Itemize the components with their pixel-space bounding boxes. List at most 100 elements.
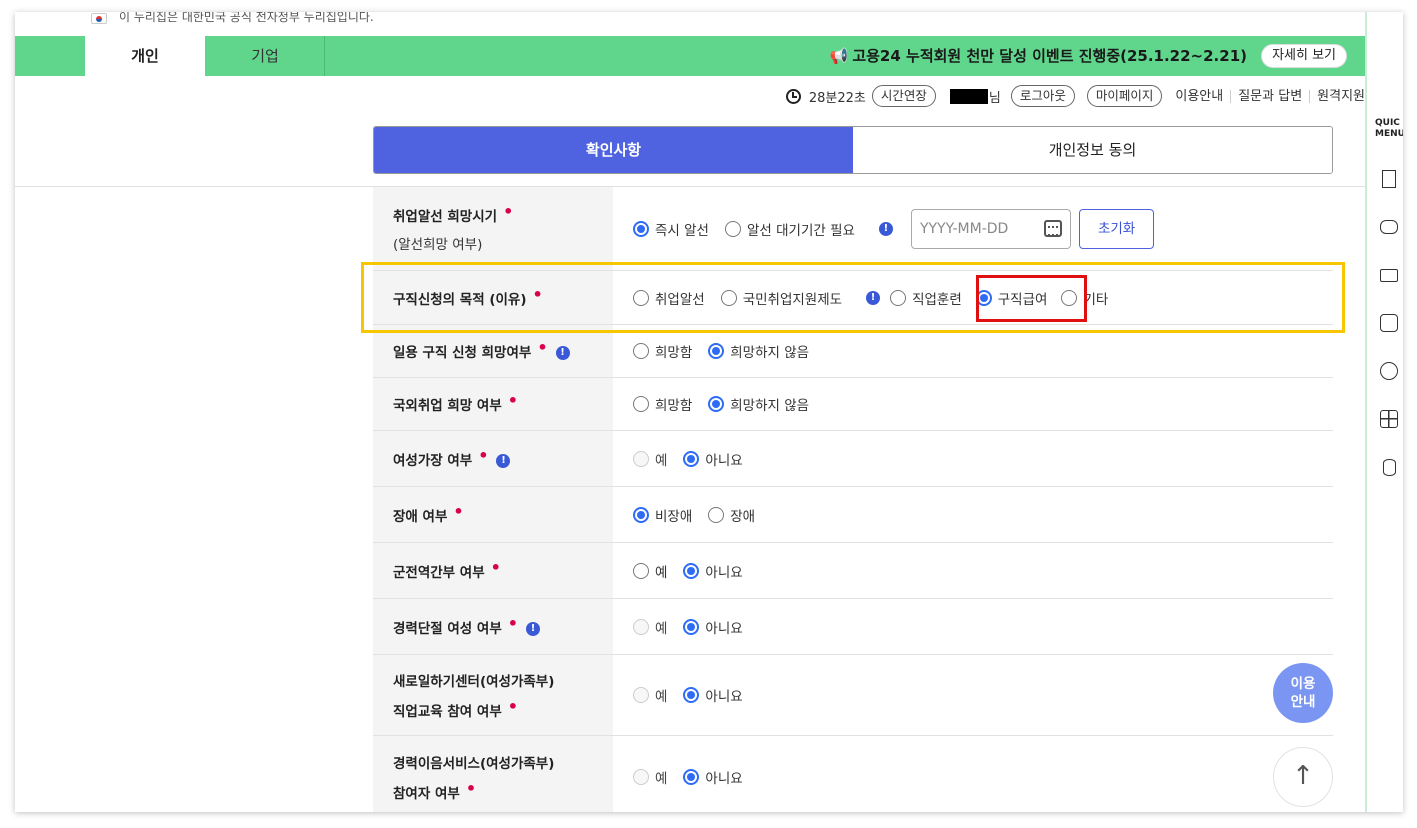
row-label-text: 군전역간부 여부 bbox=[393, 564, 485, 581]
event-banner[interactable]: 📢 고용24 누적회원 천만 달성 이벤트 진행중(25.1.22~2.21) bbox=[830, 36, 1247, 76]
radio-dot[interactable] bbox=[633, 396, 649, 412]
radio-yes[interactable]: 예 bbox=[633, 449, 667, 469]
radio-label: 예 bbox=[655, 564, 668, 581]
browser-viewport: 이 누리집은 대한민국 공식 전자정부 누리집입니다. 개인 기업 📢 고용24 … bbox=[15, 12, 1403, 812]
row-label: 취업알선 희망시기 • (알선희망 여부) bbox=[373, 187, 613, 270]
required-marker: • bbox=[478, 445, 489, 465]
radio-no[interactable]: 아니요 bbox=[683, 617, 743, 637]
radio-disabled[interactable]: 장애 bbox=[708, 505, 755, 525]
radio-dot[interactable] bbox=[708, 343, 725, 359]
radio-dot[interactable] bbox=[708, 506, 725, 523]
smile-icon[interactable] bbox=[1379, 361, 1399, 381]
radio-no-wish[interactable]: 희망하지 않음 bbox=[708, 341, 809, 361]
radio-dot[interactable] bbox=[683, 562, 700, 579]
radio-dot[interactable] bbox=[633, 562, 649, 579]
event-text: 고용24 누적회원 천만 달성 이벤트 진행중(25.1.22~2.21) bbox=[852, 47, 1247, 65]
form-row-female-householder: 여성가장 여부 •! 예 아니요 bbox=[373, 431, 1333, 487]
step-confirm[interactable]: 확인사항 bbox=[374, 127, 853, 173]
radio-no[interactable]: 아니요 bbox=[683, 767, 743, 787]
row-options: 예 아니요 bbox=[633, 736, 759, 812]
radio-dot[interactable] bbox=[633, 343, 649, 359]
form-row-discharged-officer: 군전역간부 여부 • 예 아니요 bbox=[373, 543, 1333, 599]
radio-non-disabled[interactable]: 비장애 bbox=[633, 505, 692, 525]
gov-banner-text: 이 누리집은 대한민국 공식 전자정부 누리집입니다. bbox=[119, 12, 374, 24]
radio-wish[interactable]: 희망함 bbox=[633, 341, 692, 361]
clock-icon bbox=[785, 88, 801, 104]
row-label: 국외취업 희망 여부 • bbox=[373, 378, 613, 430]
database-icon[interactable] bbox=[1379, 457, 1399, 477]
reset-button[interactable]: 초기화 bbox=[1078, 208, 1155, 249]
row-sublabel: 직업교육 참여 여부 bbox=[393, 704, 502, 720]
scroll-top-button[interactable]: ↑ bbox=[1273, 747, 1333, 807]
radio-no[interactable]: 아니요 bbox=[683, 561, 743, 581]
required-marker: • bbox=[465, 778, 477, 798]
qna-link[interactable]: 질문과 답변 bbox=[1230, 89, 1309, 103]
radio-dot[interactable] bbox=[633, 220, 649, 237]
radio-label: 예 bbox=[655, 689, 668, 705]
info-icon[interactable]: ! bbox=[878, 221, 893, 236]
building-icon[interactable] bbox=[1379, 169, 1399, 189]
radio-dot[interactable] bbox=[683, 768, 700, 785]
calculator-icon[interactable] bbox=[1379, 409, 1399, 429]
required-marker: • bbox=[507, 697, 518, 716]
form-row-career-break-women: 경력단절 여성 여부 •! 예 아니요 bbox=[373, 599, 1333, 655]
calendar-icon[interactable] bbox=[1043, 220, 1062, 237]
radio-yes[interactable]: 예 bbox=[633, 617, 667, 637]
radio-dot[interactable] bbox=[633, 768, 649, 785]
radio-dot[interactable] bbox=[633, 506, 649, 523]
radio-label: 장애 bbox=[730, 508, 756, 525]
radio-label: 희망하지 않음 bbox=[730, 398, 810, 414]
usage-guide-button[interactable]: 이용 안내 bbox=[1273, 663, 1333, 723]
row-options: 예 아니요 bbox=[633, 599, 759, 654]
required-marker: • bbox=[507, 391, 518, 410]
monitor-icon[interactable] bbox=[1379, 265, 1399, 285]
event-detail-button[interactable]: 자세히 보기 bbox=[1261, 44, 1347, 68]
redacted-username bbox=[949, 88, 988, 104]
radio-dot[interactable] bbox=[633, 618, 649, 635]
radio-label: 알선 대기기간 필요 bbox=[746, 222, 855, 239]
radio-immediate[interactable]: 즉시 알선 bbox=[633, 219, 709, 239]
radio-no[interactable]: 아니요 bbox=[683, 449, 743, 469]
radio-yes[interactable]: 예 bbox=[633, 685, 667, 705]
radio-wish[interactable]: 희망함 bbox=[633, 394, 692, 414]
info-icon[interactable]: ! bbox=[555, 346, 570, 360]
radio-label: 희망함 bbox=[655, 398, 693, 414]
radio-dot[interactable] bbox=[708, 396, 725, 412]
extend-time-button[interactable]: 시간연장 bbox=[871, 85, 936, 107]
guide-link[interactable]: 이용안내 bbox=[1168, 90, 1230, 103]
date-input[interactable]: YYYY-MM-DD bbox=[910, 208, 1071, 249]
tab-company[interactable]: 기업 bbox=[205, 36, 325, 76]
row-label: 경력이음서비스(여성가족부) 참여자 여부 • bbox=[373, 736, 613, 812]
radio-dot[interactable] bbox=[683, 618, 700, 635]
info-icon[interactable]: ! bbox=[496, 453, 511, 468]
radio-no-wish[interactable]: 희망하지 않음 bbox=[708, 394, 809, 414]
form-row-career-continuation: 경력이음서비스(여성가족부) 참여자 여부 • 예 아니요 bbox=[373, 736, 1333, 812]
quick-menu-label: QUIC MENU bbox=[1375, 118, 1403, 139]
radio-label: 예 bbox=[655, 620, 668, 637]
highlight-box-yellow bbox=[361, 262, 1345, 333]
remote-support-link[interactable]: 원격지원 bbox=[1309, 89, 1365, 103]
radio-no[interactable]: 아니요 bbox=[683, 685, 743, 705]
radio-label: 아니요 bbox=[705, 770, 743, 787]
radio-dot[interactable] bbox=[724, 220, 741, 237]
radio-yes[interactable]: 예 bbox=[633, 767, 667, 787]
tab-personal[interactable]: 개인 bbox=[85, 36, 205, 76]
chat-icon[interactable] bbox=[1379, 217, 1399, 237]
radio-dot[interactable] bbox=[683, 450, 700, 467]
radio-dot[interactable] bbox=[633, 687, 649, 703]
radio-dot[interactable] bbox=[633, 450, 649, 467]
info-icon[interactable]: ! bbox=[526, 621, 540, 636]
logout-button[interactable]: 로그아웃 bbox=[1010, 85, 1075, 107]
checklist-icon[interactable] bbox=[1379, 313, 1399, 333]
row-options: 비장애 장애 bbox=[633, 487, 771, 542]
radio-wait-period[interactable]: 알선 대기기간 필요 bbox=[724, 219, 855, 239]
form-row-job-placement-timing: 취업알선 희망시기 • (알선희망 여부) 즉시 알선 알선 대기기간 필요 ! … bbox=[373, 187, 1333, 271]
mypage-button[interactable]: 마이페이지 bbox=[1086, 85, 1163, 107]
row-label-text: 경력이음서비스(여성가족부) bbox=[393, 755, 555, 772]
radio-label: 아니요 bbox=[705, 689, 743, 705]
radio-yes[interactable]: 예 bbox=[633, 561, 667, 581]
row-sublabel: 참여자 여부 bbox=[393, 785, 460, 802]
radio-dot[interactable] bbox=[683, 687, 700, 703]
form-row-disability: 장애 여부 • 비장애 장애 bbox=[373, 487, 1333, 543]
step-privacy-consent[interactable]: 개인정보 동의 bbox=[853, 127, 1332, 173]
